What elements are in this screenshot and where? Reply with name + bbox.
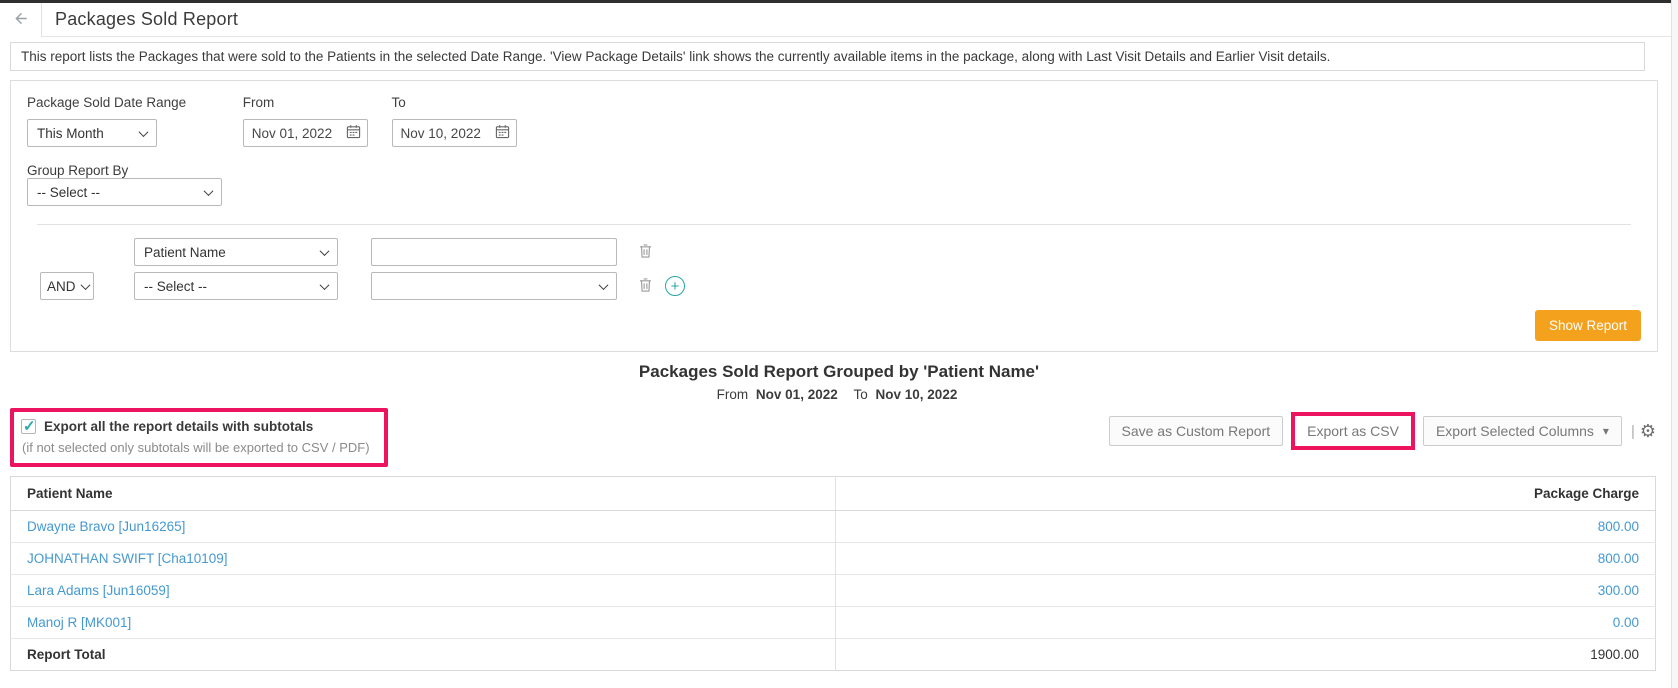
chevron-down-icon — [598, 279, 609, 290]
condition-1-field-selected: Patient Name — [144, 244, 226, 260]
export-buttons: Save as Custom Report Export as CSV Expo… — [1108, 412, 1656, 450]
from-date-field — [242, 119, 368, 147]
vertical-scrollbar[interactable] — [1671, 0, 1678, 688]
export-selected-columns-button[interactable]: Export Selected Columns ▾ — [1422, 416, 1622, 446]
export-subtotals-label: Export all the report details with subto… — [44, 419, 314, 434]
export-subtotals-checkbox[interactable] — [21, 417, 36, 435]
app-header: Packages Sold Report — [0, 2, 1678, 37]
table-header-row: Patient Name Package Charge — [10, 476, 1656, 511]
report-date-range: From Nov 01, 2022 To Nov 10, 2022 — [0, 387, 1678, 402]
condition-2-field-select[interactable]: -- Select -- — [134, 272, 338, 300]
group-by-label: Group Report By — [27, 163, 129, 178]
package-charge-value: 0.00 — [835, 606, 1656, 639]
table-row: JOHNATHAN SWIFT [Cha10109] 800.00 — [10, 542, 1656, 575]
chevron-down-icon — [203, 185, 214, 196]
to-calendar-button[interactable] — [489, 120, 516, 146]
trash-icon — [639, 243, 652, 262]
report-total-label: Report Total — [10, 638, 836, 671]
report-total-row: Report Total 1900.00 — [10, 638, 1656, 671]
report-description: This report lists the Packages that were… — [10, 42, 1645, 71]
range-from-value: Nov 01, 2022 — [755, 387, 838, 402]
to-date-group: To — [391, 95, 517, 147]
condition-1-value-input[interactable] — [372, 244, 616, 260]
arrow-left-icon — [11, 10, 31, 30]
table-row: Lara Adams [Jun16059] 300.00 — [10, 574, 1656, 607]
patient-link[interactable]: Lara Adams [Jun16059] — [27, 583, 170, 598]
from-date-group: From — [242, 95, 368, 147]
trash-icon — [639, 277, 652, 296]
range-to-value: Nov 10, 2022 — [875, 387, 958, 402]
condition-1-delete-button[interactable] — [639, 243, 652, 262]
to-date-input[interactable] — [392, 125, 489, 141]
date-range-selected: This Month — [37, 125, 104, 141]
plus-circle-icon: + — [665, 276, 685, 296]
annotation-highlight-export-subtotals: Export all the report details with subto… — [10, 408, 388, 467]
report-total-value: 1900.00 — [1590, 647, 1639, 662]
from-calendar-button[interactable] — [340, 120, 367, 146]
condition-row-2: AND -- Select -- + — [27, 272, 1641, 300]
group-by-select[interactable]: -- Select -- — [27, 178, 222, 206]
filter-divider — [37, 224, 1631, 225]
show-report-row: Show Report — [27, 310, 1641, 341]
back-button[interactable] — [0, 2, 42, 37]
condition-2-delete-button[interactable] — [639, 277, 652, 296]
report-heading: Packages Sold Report Grouped by 'Patient… — [0, 362, 1678, 402]
add-condition-button[interactable]: + — [665, 276, 685, 296]
to-label: To — [391, 95, 406, 110]
table-row: Manoj R [MK001] 0.00 — [10, 606, 1656, 639]
save-custom-report-button[interactable]: Save as Custom Report — [1108, 416, 1284, 446]
caret-down-icon: ▾ — [1602, 424, 1609, 438]
from-date-input[interactable] — [243, 125, 340, 141]
group-by-group: Group Report By -- Select -- — [27, 163, 1641, 206]
export-subtotals-note: (if not selected only subtotals will be … — [22, 440, 370, 455]
date-range-group: Package Sold Date Range This Month — [27, 95, 199, 147]
calendar-icon — [495, 124, 510, 142]
annotation-highlight-export-csv: Export as CSV — [1291, 412, 1415, 450]
column-header-package-charge[interactable]: Package Charge — [835, 476, 1656, 511]
chevron-down-icon — [138, 126, 149, 137]
show-report-button[interactable]: Show Report — [1534, 310, 1641, 341]
chevron-down-icon — [319, 279, 330, 290]
package-charge-value: 800.00 — [835, 510, 1656, 543]
report-title: Packages Sold Report Grouped by 'Patient… — [638, 362, 1040, 381]
filter-panel: Package Sold Date Range This Month From … — [10, 80, 1658, 352]
condition-2-value-select[interactable] — [371, 272, 617, 300]
date-range-select[interactable]: This Month — [27, 119, 157, 147]
condition-2-operator-select[interactable]: AND — [40, 272, 94, 300]
report-toolbar: Export all the report details with subto… — [10, 408, 1656, 467]
package-charge-value: 300.00 — [835, 574, 1656, 607]
group-by-selected: -- Select -- — [37, 184, 101, 200]
export-subtotals-option[interactable]: Export all the report details with subto… — [21, 417, 370, 435]
range-from-label: From — [716, 387, 749, 402]
package-charge-value: 800.00 — [835, 542, 1656, 575]
page-title: Packages Sold Report — [55, 9, 239, 29]
toolbar-separator: | — [1630, 422, 1635, 440]
condition-1-field-select[interactable]: Patient Name — [134, 238, 338, 266]
export-csv-button[interactable]: Export as CSV — [1295, 416, 1411, 446]
export-selected-columns-label: Export Selected Columns — [1435, 423, 1594, 439]
column-header-patient-name[interactable]: Patient Name — [10, 476, 836, 511]
condition-1-value-field — [371, 238, 617, 266]
patient-link[interactable]: Dwayne Bravo [Jun16265] — [27, 519, 185, 534]
condition-2-operator-selected: AND — [47, 278, 76, 294]
condition-2-field-selected: -- Select -- — [144, 278, 208, 294]
calendar-icon — [346, 124, 361, 142]
from-label: From — [242, 95, 275, 110]
chevron-down-icon — [80, 279, 90, 290]
packages-sold-table: Patient Name Package Charge Dwayne Bravo… — [10, 476, 1656, 671]
patient-link[interactable]: Manoj R [MK001] — [27, 615, 131, 630]
date-range-label: Package Sold Date Range — [27, 95, 187, 110]
chevron-down-icon — [319, 245, 330, 256]
table-row: Dwayne Bravo [Jun16265] 800.00 — [10, 510, 1656, 543]
condition-row-1: Patient Name — [27, 238, 1641, 266]
to-date-field — [391, 119, 517, 147]
patient-link[interactable]: JOHNATHAN SWIFT [Cha10109] — [27, 551, 228, 566]
range-to-label: To — [853, 387, 868, 402]
settings-gear-button[interactable]: ⚙ — [1640, 422, 1656, 440]
